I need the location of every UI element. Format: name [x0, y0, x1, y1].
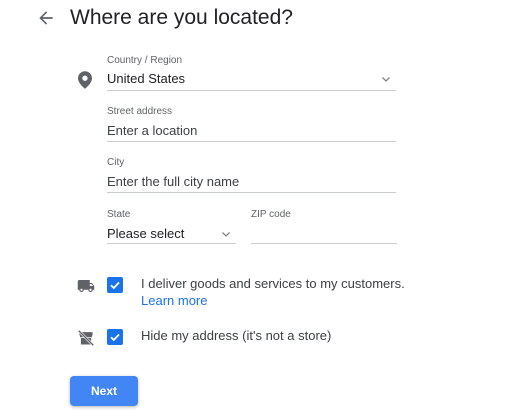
country-select[interactable]: United States — [107, 71, 185, 86]
no-store-icon — [77, 329, 95, 347]
deliver-checkbox[interactable] — [107, 277, 123, 293]
deliver-checkbox-label: I deliver goods and services to my custo… — [141, 276, 405, 291]
hide-address-checkbox[interactable] — [107, 329, 123, 345]
checkmark-icon — [110, 281, 120, 290]
chevron-down-icon[interactable] — [380, 72, 392, 84]
next-button[interactable]: Next — [70, 376, 138, 406]
state-select[interactable]: Please select — [107, 226, 184, 241]
zip-code-label: ZIP code — [251, 209, 291, 220]
checkmark-icon — [110, 333, 120, 342]
street-address-label: Street address — [107, 106, 173, 117]
delivery-truck-icon — [77, 279, 95, 293]
page-title: Where are you located? — [70, 6, 293, 29]
country-underline — [107, 90, 396, 91]
hide-address-label: Hide my address (it's not a store) — [141, 328, 332, 343]
state-label: State — [107, 209, 131, 220]
back-arrow-icon[interactable] — [36, 8, 56, 28]
street-underline — [107, 141, 396, 142]
zip-code-input[interactable] — [251, 243, 397, 244]
learn-more-link[interactable]: Learn more — [141, 293, 207, 308]
chevron-down-icon[interactable] — [220, 227, 232, 239]
state-underline — [107, 243, 236, 244]
city-underline — [107, 192, 396, 193]
city-input[interactable]: Enter the full city name — [107, 174, 239, 189]
city-label: City — [107, 157, 125, 168]
country-region-label: Country / Region — [107, 55, 183, 66]
street-address-input[interactable]: Enter a location — [107, 123, 197, 138]
location-pin-icon — [78, 71, 92, 89]
